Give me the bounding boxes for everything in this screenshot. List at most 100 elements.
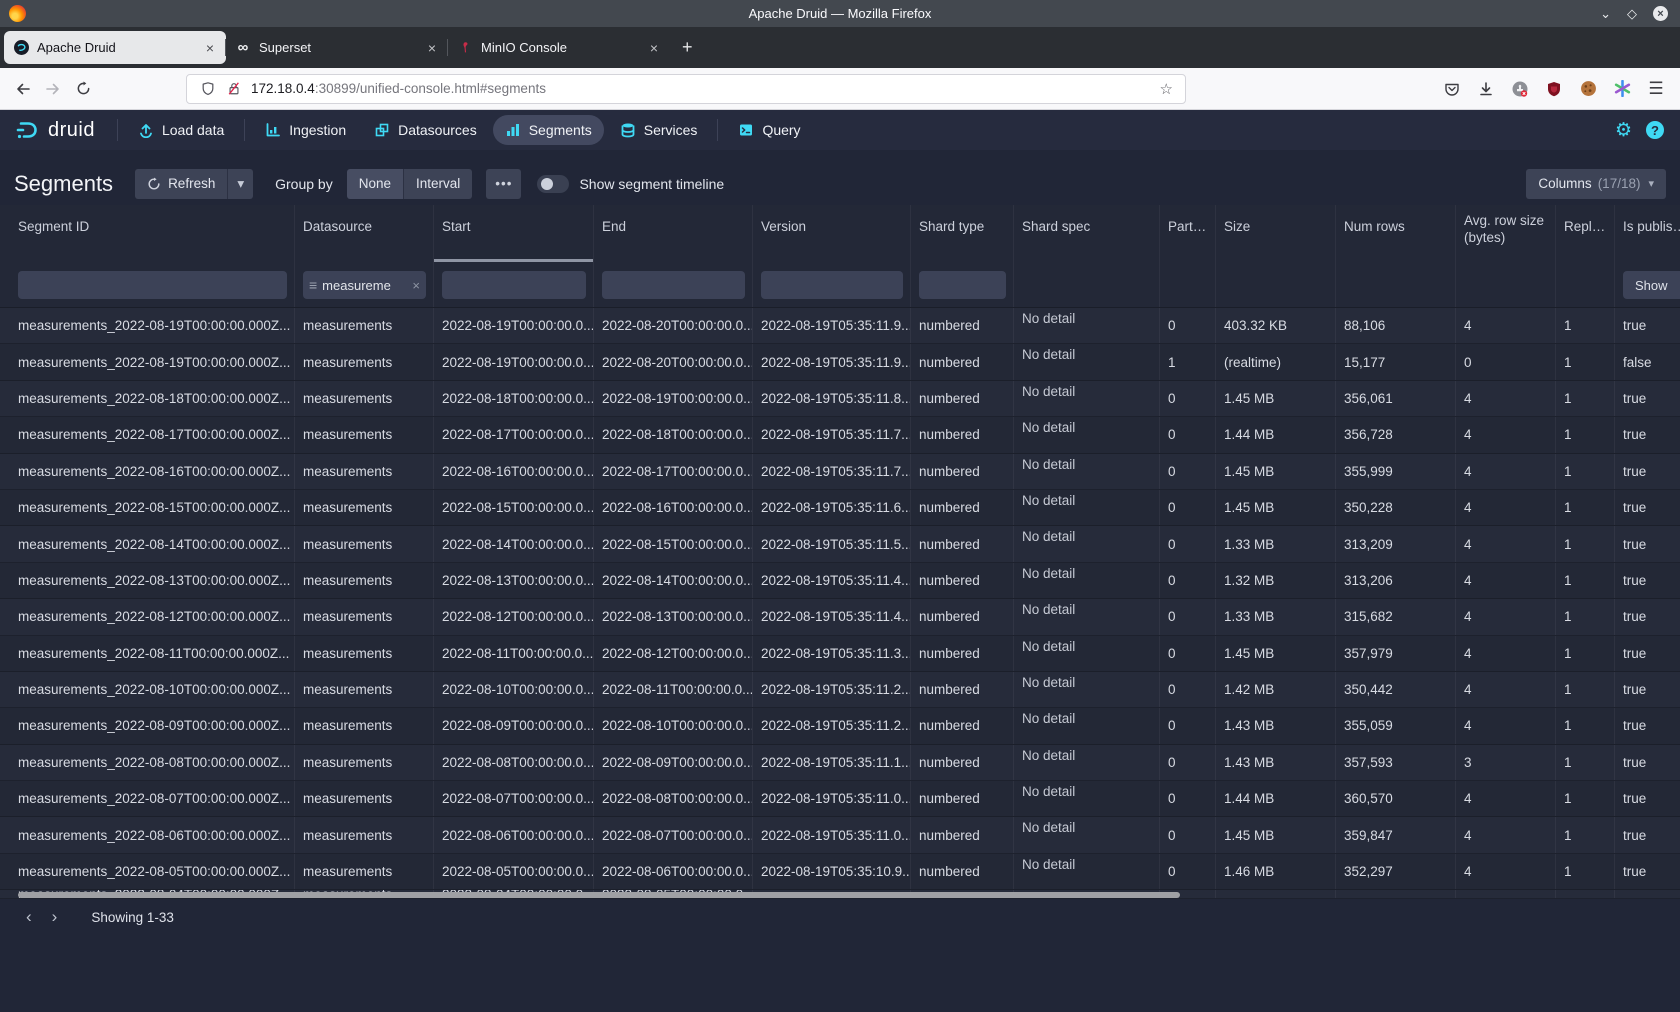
nav-item-services[interactable]: Services [608, 115, 710, 145]
bookmark-star-icon[interactable]: ☆ [1156, 80, 1177, 98]
end-filter-input[interactable] [602, 271, 745, 299]
window-maximize-icon[interactable]: ◇ [1627, 7, 1637, 20]
remove-filter-icon[interactable]: × [412, 278, 420, 293]
lock-insecure-icon[interactable] [227, 81, 241, 96]
cell-avg-row-size: 4 [1456, 381, 1556, 416]
table-row[interactable]: measurements_2022-08-07T00:00:00.000Z...… [0, 781, 1680, 817]
help-icon[interactable]: ? [1646, 121, 1664, 139]
cookie-icon[interactable] [1574, 74, 1602, 104]
tab-minio-console[interactable]: MinIO Console × [448, 31, 670, 64]
cell-end: 2022-08-06T00:00:00.0... [594, 854, 753, 889]
filter-cell-version [753, 262, 911, 307]
tab-close-icon[interactable]: × [425, 40, 439, 56]
tab-close-icon[interactable]: × [647, 40, 661, 56]
ublock-icon[interactable] [1540, 74, 1568, 104]
table-row[interactable]: measurements_2022-08-15T00:00:00.000Z...… [0, 490, 1680, 526]
window-minimize-icon[interactable]: ⌄ [1600, 7, 1611, 20]
group-by-interval-button[interactable]: Interval [403, 169, 472, 199]
refresh-button[interactable]: Refresh [135, 169, 227, 199]
cell-replicas [1556, 890, 1615, 898]
extension-icon[interactable] [1506, 74, 1534, 104]
horizontal-scrollbar[interactable] [18, 892, 1180, 898]
table-row[interactable]: measurements_2022-08-06T00:00:00.000Z...… [0, 817, 1680, 853]
column-header-start[interactable]: Start [434, 205, 594, 262]
table-row[interactable]: measurements_2022-08-09T00:00:00.000Z...… [0, 708, 1680, 744]
cell-size: 1.43 MB [1216, 745, 1336, 780]
column-header-size[interactable]: Size [1216, 205, 1336, 262]
segment-timeline-toggle[interactable] [537, 175, 569, 193]
table-row[interactable]: measurements_2022-08-10T00:00:00.000Z...… [0, 672, 1680, 708]
settings-gear-icon[interactable]: ⚙ [1615, 121, 1632, 140]
refresh-split-button: Refresh ▾ [135, 169, 253, 199]
nav-item-load-data[interactable]: Load data [126, 115, 236, 145]
column-header-avg-row-size[interactable]: Avg. row size (bytes) [1456, 205, 1556, 262]
next-page-button[interactable]: › [42, 907, 68, 927]
cell-shard-type: numbered [911, 490, 1014, 525]
segment-id-filter-input[interactable] [18, 271, 287, 299]
cell-avg-row-size [1456, 890, 1556, 898]
nav-item-datasources[interactable]: Datasources [362, 115, 489, 145]
table-row[interactable]: measurements_2022-08-13T00:00:00.000Z...… [0, 563, 1680, 599]
is-published-filter-button[interactable]: Show [1623, 271, 1680, 299]
menu-hamburger-icon[interactable]: ☰ [1642, 74, 1670, 104]
sparkle-extension-icon[interactable] [1608, 74, 1636, 104]
url-bar[interactable]: 172.18.0.4:30899/unified-console.html#se… [186, 74, 1186, 104]
column-header-version[interactable]: Version [753, 205, 911, 262]
start-filter-input[interactable] [442, 271, 586, 299]
tab-superset[interactable]: ∞ Superset × [226, 31, 448, 64]
cell-replicas: 1 [1556, 344, 1615, 379]
tab-title: MinIO Console [481, 40, 647, 55]
cell-start: 2022-08-17T00:00:00.0... [434, 417, 594, 452]
column-header-is-published[interactable]: Is published [1615, 205, 1680, 262]
table-row[interactable]: measurements_2022-08-08T00:00:00.000Z...… [0, 745, 1680, 781]
cell-partition: 1 [1160, 344, 1216, 379]
table-row[interactable]: measurements_2022-08-11T00:00:00.000Z...… [0, 636, 1680, 672]
column-header-datasource[interactable]: Datasource [295, 205, 434, 262]
shield-icon[interactable] [201, 81, 215, 96]
cell-is-published [1615, 890, 1680, 898]
nav-item-query[interactable]: Query [726, 115, 812, 145]
pocket-icon[interactable] [1438, 74, 1466, 104]
more-options-button[interactable]: ••• [486, 169, 521, 199]
tab-close-icon[interactable]: × [203, 40, 217, 56]
refresh-caret-button[interactable]: ▾ [227, 169, 253, 199]
column-header-replicas[interactable]: Replicas [1556, 205, 1615, 262]
forward-icon[interactable] [38, 74, 68, 104]
column-header-shard-type[interactable]: Shard type [911, 205, 1014, 262]
column-header-num-rows[interactable]: Num rows [1336, 205, 1456, 262]
nav-item-label: Datasources [398, 122, 477, 138]
column-header-shard-spec[interactable]: Shard spec [1014, 205, 1160, 262]
cell-segment-id: measurements_2022-08-13T00:00:00.000Z... [0, 563, 295, 598]
tab-apache-druid[interactable]: Apache Druid × [4, 31, 226, 64]
table-row[interactable]: measurements_2022-08-12T00:00:00.000Z...… [0, 599, 1680, 635]
column-header-segment-id[interactable]: Segment ID [0, 205, 295, 262]
nav-item-segments[interactable]: Segments [493, 115, 604, 145]
shard-type-filter-input[interactable] [919, 271, 1006, 299]
reload-icon[interactable] [68, 74, 98, 104]
new-tab-button[interactable]: + [670, 37, 705, 58]
column-header-partition[interactable]: Partition [1160, 205, 1216, 262]
group-by-none-button[interactable]: None [347, 169, 403, 199]
table-row[interactable]: measurements_2022-08-17T00:00:00.000Z...… [0, 417, 1680, 453]
datasource-filter-chip[interactable]: ≡measureme× [303, 271, 426, 299]
table-row[interactable]: measurements_2022-08-19T00:00:00.000Z...… [0, 308, 1680, 344]
columns-button[interactable]: Columns (17/18) ▾ [1526, 169, 1666, 199]
cell-start: 2022-08-18T00:00:00.0... [434, 381, 594, 416]
table-row[interactable]: measurements_2022-08-18T00:00:00.000Z...… [0, 381, 1680, 417]
column-header-end[interactable]: End [594, 205, 753, 262]
table-row[interactable]: measurements_2022-08-16T00:00:00.000Z...… [0, 454, 1680, 490]
table-row[interactable]: measurements_2022-08-14T00:00:00.000Z...… [0, 526, 1680, 562]
version-filter-input[interactable] [761, 271, 903, 299]
window-close-icon[interactable]: × [1653, 6, 1668, 21]
prev-page-button[interactable]: ‹ [16, 907, 42, 927]
druid-logo[interactable]: druid [0, 117, 111, 143]
cell-datasource: measurements [295, 817, 434, 852]
cell-num-rows: 15,177 [1336, 344, 1456, 379]
downloads-icon[interactable] [1472, 74, 1500, 104]
nav-item-ingestion[interactable]: Ingestion [253, 115, 358, 145]
table-header-row: Segment IDDatasourceStartEndVersionShard… [0, 205, 1680, 262]
table-row[interactable]: measurements_2022-08-05T00:00:00.000Z...… [0, 854, 1680, 890]
table-row[interactable]: measurements_2022-08-19T00:00:00.000Z...… [0, 344, 1680, 380]
back-icon[interactable] [8, 74, 38, 104]
cell-version: 2022-08-19T05:35:11.3... [753, 636, 911, 671]
